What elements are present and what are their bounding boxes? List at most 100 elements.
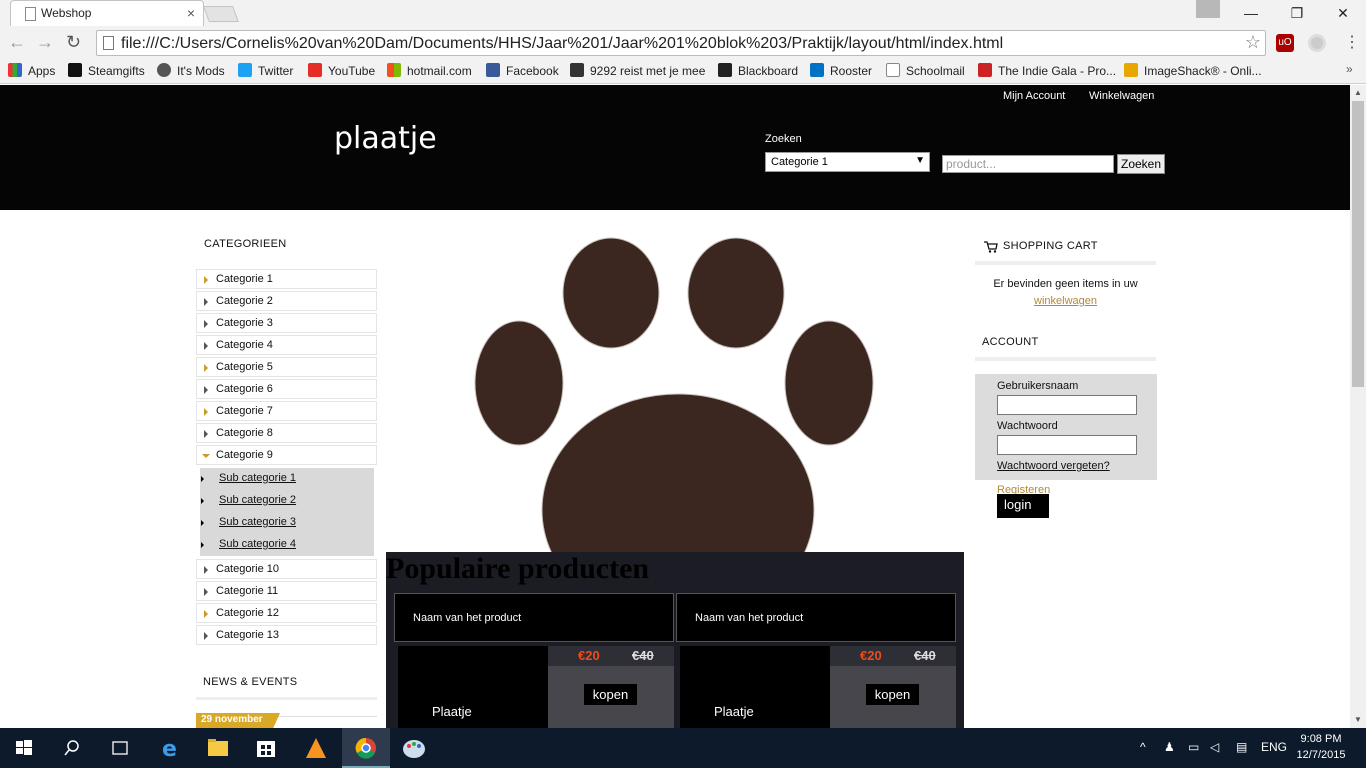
product-image-label: Plaatje xyxy=(432,704,472,719)
category-item[interactable]: Categorie 10 xyxy=(196,559,377,579)
language-indicator[interactable]: ENG xyxy=(1261,740,1287,754)
bookmark-schoolmail[interactable]: Schoolmail xyxy=(886,63,965,78)
subcategory-link[interactable]: Sub categorie 4 xyxy=(219,538,296,550)
product-name[interactable]: Naam van het product xyxy=(394,593,674,642)
url-text: file:///C:/Users/Cornelis%20van%20Dam/Do… xyxy=(121,35,1004,52)
category-item[interactable]: Categorie 12 xyxy=(196,603,377,623)
password-field[interactable] xyxy=(997,435,1137,455)
subcategory-link[interactable]: Sub categorie 2 xyxy=(219,494,296,506)
bookmark-rooster[interactable]: Rooster xyxy=(810,63,872,78)
search-button[interactable]: Zoeken xyxy=(1117,154,1165,174)
bookmark-apps[interactable]: Apps xyxy=(8,63,55,78)
category-item-expanded[interactable]: Categorie 9 xyxy=(196,445,377,465)
category-item[interactable]: Categorie 11 xyxy=(196,581,377,601)
svg-text:e: e xyxy=(162,737,177,762)
taskbar-explorer[interactable] xyxy=(194,728,242,768)
windows-logo-icon xyxy=(16,740,32,755)
category-item[interactable]: Categorie 7 xyxy=(196,401,377,421)
category-item[interactable]: Categorie 4 xyxy=(196,335,377,355)
category-item[interactable]: Categorie 1 xyxy=(196,269,377,289)
buy-button[interactable]: kopen xyxy=(866,684,919,705)
search-label: Zoeken xyxy=(765,133,802,145)
restore-button[interactable]: ❐ xyxy=(1274,0,1320,28)
ublock-icon[interactable]: uO xyxy=(1276,34,1294,52)
product-image[interactable]: Plaatje xyxy=(680,646,830,728)
volume-icon[interactable]: ◁ xyxy=(1210,740,1219,754)
imageshack-icon xyxy=(1124,63,1138,77)
people-icon[interactable]: ♟ xyxy=(1164,740,1175,754)
product-name[interactable]: Naam van het product xyxy=(676,593,956,642)
network-icon[interactable]: ▭ xyxy=(1188,740,1199,754)
bookmark-youtube[interactable]: YouTube xyxy=(308,63,375,78)
taskbar-fl-studio[interactable] xyxy=(290,728,342,768)
profile-button[interactable] xyxy=(1196,0,1220,18)
folder-icon xyxy=(208,739,228,756)
subcategory-link[interactable]: Sub categorie 3 xyxy=(219,516,296,528)
taskbar-edge[interactable]: e xyxy=(146,728,194,768)
cart-link[interactable]: Winkelwagen xyxy=(1089,90,1154,102)
page-icon xyxy=(25,7,36,21)
category-item[interactable]: Categorie 5 xyxy=(196,357,377,377)
category-item[interactable]: Categorie 2 xyxy=(196,291,377,311)
category-select[interactable]: Categorie 1 ▼ xyxy=(765,152,930,172)
bookmarks-more[interactable]: » xyxy=(1346,62,1353,76)
site-logo[interactable]: plaatje xyxy=(334,121,437,156)
subcategory-link[interactable]: Sub categorie 1 xyxy=(219,472,296,484)
forgot-password-link[interactable]: Wachtwoord vergeten? xyxy=(997,460,1110,472)
arrow-right-icon xyxy=(204,408,208,416)
start-button[interactable] xyxy=(0,728,48,768)
buy-button[interactable]: kopen xyxy=(584,684,637,705)
scroll-down-icon[interactable]: ▼ xyxy=(1354,715,1362,724)
bookmark-star-icon[interactable]: ☆ xyxy=(1245,32,1261,53)
bookmark-blackboard[interactable]: Blackboard xyxy=(718,63,798,78)
close-tab-icon[interactable]: × xyxy=(187,5,195,21)
bookmark-indie-gala[interactable]: The Indie Gala - Pro... xyxy=(978,63,1116,78)
taskbar-store[interactable] xyxy=(242,728,290,768)
bookmark-twitter[interactable]: Twitter xyxy=(238,63,293,78)
vertical-scrollbar[interactable]: ▲ ▼ xyxy=(1350,85,1366,728)
bookmark-imageshack[interactable]: ImageShack® - Onli... xyxy=(1124,63,1262,78)
show-hidden-icons[interactable]: ^ xyxy=(1140,740,1146,754)
bullet-arrow-icon xyxy=(201,542,204,548)
product-image[interactable]: Plaatje xyxy=(398,646,548,728)
reload-icon[interactable]: ↻ xyxy=(66,32,81,53)
my-account-link[interactable]: Mijn Account xyxy=(1003,90,1065,102)
category-item[interactable]: Categorie 3 xyxy=(196,313,377,333)
task-view-button[interactable] xyxy=(96,728,144,768)
extension-icon[interactable] xyxy=(1308,34,1326,52)
scroll-up-icon[interactable]: ▲ xyxy=(1354,88,1362,97)
new-tab-button[interactable] xyxy=(203,6,239,22)
close-window-button[interactable]: ✕ xyxy=(1320,0,1366,28)
bookmark-steamgifts[interactable]: Steamgifts xyxy=(68,63,145,78)
webpage: plaatje Mijn Account Winkelwagen Zoeken … xyxy=(0,85,1350,728)
bookmark-9292[interactable]: 9292 reist met je mee xyxy=(570,63,705,78)
login-button[interactable]: login xyxy=(997,494,1049,518)
bookmark-facebook[interactable]: Facebook xyxy=(486,63,559,78)
arrow-down-icon xyxy=(202,454,210,458)
menu-icon[interactable]: ⋮ xyxy=(1344,32,1360,52)
paw-toe xyxy=(687,237,785,349)
category-item[interactable]: Categorie 8 xyxy=(196,423,377,443)
taskbar-paint[interactable] xyxy=(392,728,438,768)
address-bar[interactable]: file:///C:/Users/Cornelis%20van%20Dam/Do… xyxy=(96,30,1266,56)
cart-empty-text: Er bevinden geen items in uw xyxy=(993,278,1138,290)
username-label: Gebruikersnaam xyxy=(997,380,1079,392)
bookmark-hotmail[interactable]: hotmail.com xyxy=(387,63,472,78)
search-button[interactable] xyxy=(48,728,96,768)
news-date-badge: 29 november xyxy=(196,713,280,728)
action-center-icon[interactable]: ▤ xyxy=(1236,740,1247,754)
search-input[interactable]: product... xyxy=(942,155,1114,173)
back-icon[interactable]: ← xyxy=(8,32,26,53)
category-item[interactable]: Categorie 6 xyxy=(196,379,377,399)
browser-tab[interactable]: Webshop × xyxy=(10,0,204,26)
bookmark-its-mods[interactable]: It's Mods xyxy=(157,63,225,78)
scrollbar-thumb[interactable] xyxy=(1352,101,1364,387)
taskbar-chrome[interactable] xyxy=(342,728,390,768)
category-item[interactable]: Categorie 13 xyxy=(196,625,377,645)
minimize-button[interactable]: — xyxy=(1228,0,1274,28)
apps-grid-icon xyxy=(8,63,22,77)
cart-link[interactable]: winkelwagen xyxy=(975,295,1156,307)
forward-icon[interactable]: → xyxy=(36,32,54,53)
clock[interactable]: 9:08 PM 12/7/2015 xyxy=(1296,731,1346,763)
username-field[interactable] xyxy=(997,395,1137,415)
